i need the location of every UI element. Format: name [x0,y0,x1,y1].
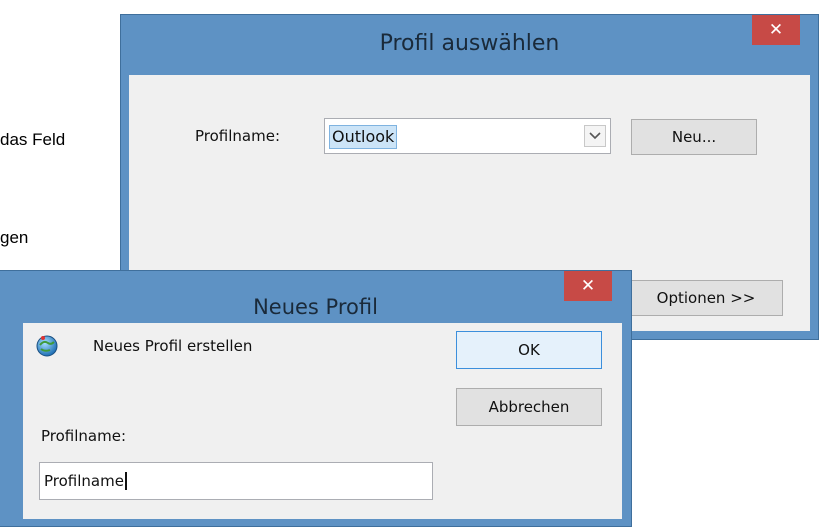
ok-button[interactable]: OK [456,331,602,369]
profile-name-input[interactable]: Profilname [39,462,433,500]
profile-name-label: Profilname: [195,127,281,145]
new-profile-button[interactable]: Neu... [631,119,757,155]
background-text-1: das Feld [0,130,66,149]
profile-select-close-button[interactable]: ✕ [752,15,800,45]
cancel-button[interactable]: Abbrechen [456,388,602,426]
profile-name-combobox[interactable]: Outlook [324,118,611,154]
outlook-profile-icon [35,333,59,357]
profile-select-title: Profil auswählen [379,31,560,56]
profile-name-field-label: Profilname: [41,427,127,445]
options-button[interactable]: Optionen >> [629,280,783,316]
new-profile-dialog: Neues Profil ✕ Neues Profil erstellen OK… [0,270,632,527]
profile-name-value: Outlook [329,125,398,149]
new-profile-client: Neues Profil erstellen OK Abbrechen Prof… [23,323,622,519]
dropdown-button[interactable] [584,125,606,147]
new-profile-create-text: Neues Profil erstellen [93,337,253,355]
profile-name-input-value: Profilname [44,472,127,490]
new-profile-close-button[interactable]: ✕ [564,271,612,301]
background-text-2: gen [0,228,29,247]
chevron-down-icon [589,132,601,140]
new-profile-title: Neues Profil [253,295,378,319]
